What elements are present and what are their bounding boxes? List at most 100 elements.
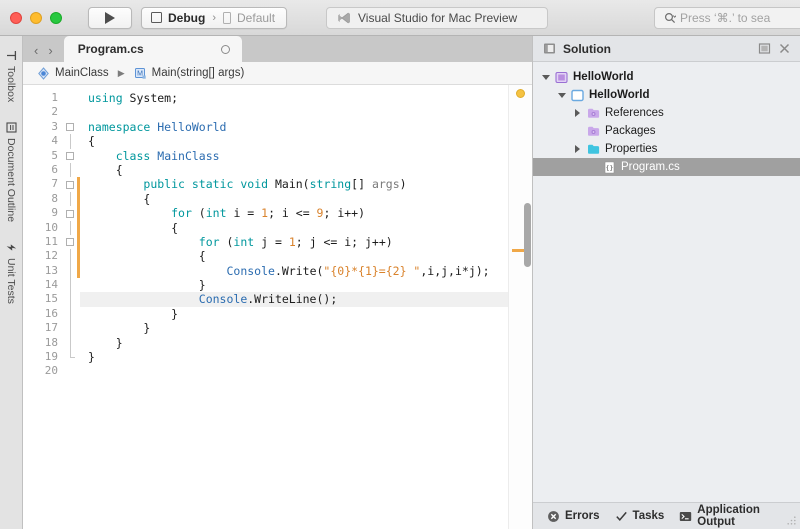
code-line[interactable]: { <box>80 163 508 177</box>
left-pad-rail: Toolbox Document Outline Unit Tests <box>0 36 23 529</box>
code-line[interactable]: } <box>80 321 508 335</box>
tree-item[interactable]: HelloWorld <box>533 68 800 86</box>
code-line[interactable] <box>80 105 508 119</box>
main-body: Toolbox Document Outline Unit Tests ‹ › … <box>0 36 800 529</box>
editor-overview-margin[interactable] <box>508 85 532 529</box>
code-token: { <box>88 162 123 177</box>
fold-row <box>65 306 77 322</box>
code-line[interactable]: { <box>80 134 508 148</box>
code-token: { <box>88 249 206 264</box>
tree-item[interactable]: References <box>533 104 800 122</box>
code-line[interactable]: { <box>80 249 508 263</box>
code-token: } <box>88 321 151 336</box>
tree-item-selected[interactable]: {} Program.cs <box>533 158 800 176</box>
fold-toggle-icon[interactable] <box>66 238 74 247</box>
code-token: class <box>115 148 151 163</box>
navigate-back-button[interactable]: ‹ <box>34 44 38 57</box>
code-token: ; j <= i; j++) <box>295 234 393 249</box>
fold-row <box>65 191 77 207</box>
device-icon <box>223 11 232 24</box>
close-window-button[interactable] <box>10 11 22 24</box>
close-icon[interactable] <box>778 42 791 55</box>
line-number: 7 <box>51 177 58 191</box>
fold-row <box>65 364 77 378</box>
code-line[interactable]: } <box>80 350 508 364</box>
code-editor[interactable]: 1 2 3 4 5 6 7 8 9 10 11 12 13 14 15 16 17 18 19 20 using Sy… <box>23 85 532 529</box>
code-line[interactable]: using System; <box>80 91 508 105</box>
code-line[interactable]: Console.Write("{0}*{1}={2} ",i,j,i*j); <box>80 264 508 278</box>
tree-item-label: Packages <box>605 125 656 137</box>
svg-text:M: M <box>137 70 143 77</box>
line-number: 13 <box>44 263 58 277</box>
tree-item-label: Properties <box>605 143 658 155</box>
fold-toggle-icon[interactable] <box>66 180 74 189</box>
fold-toggle-icon[interactable] <box>66 152 74 161</box>
navigate-forward-button[interactable]: › <box>48 44 52 57</box>
code-line[interactable]: class MainClass <box>80 149 508 163</box>
fold-guide-line <box>69 249 71 264</box>
tree-item[interactable]: HelloWorld <box>533 86 800 104</box>
fold-row[interactable] <box>65 177 77 191</box>
resize-grip-icon[interactable] <box>786 515 797 526</box>
code-folding-column[interactable] <box>65 85 77 529</box>
run-button[interactable] <box>88 6 132 29</box>
pin-icon[interactable] <box>758 42 771 55</box>
fold-row[interactable] <box>65 235 77 249</box>
code-token: ; i <= <box>268 206 317 221</box>
fold-toggle-icon[interactable] <box>66 123 74 132</box>
solution-tree[interactable]: HelloWorld HelloWorld References Packages Pr… <box>533 62 800 502</box>
code-token: MainClass <box>157 148 220 163</box>
code-line[interactable]: } <box>80 307 508 321</box>
class-icon <box>38 66 49 80</box>
status-tasks[interactable]: Tasks <box>615 510 664 523</box>
chevron-down-icon[interactable] <box>541 74 550 80</box>
line-number: 17 <box>44 321 58 335</box>
tree-item[interactable]: Properties <box>533 140 800 158</box>
vertical-scrollbar-thumb[interactable] <box>524 203 531 267</box>
chevron-right-icon[interactable] <box>573 109 582 117</box>
search-icon <box>664 12 676 24</box>
window-controls <box>0 11 62 24</box>
code-text-area[interactable]: using System; namespace HelloWorld{ clas… <box>80 85 508 529</box>
sidebar-item-document-outline[interactable]: Document Outline <box>5 116 17 236</box>
code-token: ,i,j,i*j); <box>420 263 490 278</box>
sidebar-item-toolbox[interactable]: Toolbox <box>5 44 17 116</box>
fold-row[interactable] <box>65 120 77 134</box>
code-line[interactable]: Console.WriteLine(); <box>80 292 508 307</box>
code-line[interactable]: { <box>80 221 508 235</box>
fold-toggle-icon[interactable] <box>66 209 74 218</box>
status-errors[interactable]: Errors <box>547 510 600 523</box>
code-token: System; <box>122 91 179 105</box>
code-token: ; i++) <box>323 206 366 221</box>
sidebar-item-unit-tests[interactable]: Unit Tests <box>5 236 17 318</box>
breadcrumb-item-class[interactable]: MainClass <box>37 66 109 80</box>
fold-row[interactable] <box>65 149 77 163</box>
minimize-window-button[interactable] <box>30 11 42 24</box>
close-circle-icon[interactable] <box>220 44 230 54</box>
code-line[interactable]: { <box>80 192 508 206</box>
code-line[interactable]: } <box>80 336 508 350</box>
code-line[interactable]: for (int j = 1; j <= i; j++) <box>80 235 508 249</box>
zoom-window-button[interactable] <box>50 11 62 24</box>
code-line[interactable]: for (int i = 1; i <= 9; i++) <box>80 206 508 220</box>
document-tab-program-cs[interactable]: Program.cs <box>63 36 242 62</box>
editor-column: ‹ › Program.cs MainClass ▶ M Main(string… <box>23 36 532 529</box>
code-line[interactable] <box>80 364 508 378</box>
code-line[interactable]: } <box>80 278 508 292</box>
breadcrumb-item-method[interactable]: M Main(string[] args) <box>134 67 244 80</box>
warning-marker-icon[interactable] <box>516 89 525 98</box>
tree-item[interactable]: Packages <box>533 122 800 140</box>
code-line[interactable]: public static void Main(string[] args) <box>80 177 508 191</box>
line-number: 8 <box>51 191 58 205</box>
status-application-output[interactable]: Application Output <box>679 504 800 528</box>
chevron-down-icon[interactable] <box>557 92 566 98</box>
fold-row[interactable] <box>65 206 77 220</box>
chevron-right-icon[interactable] <box>573 145 582 153</box>
global-search[interactable]: Press ‘⌘.’ to sea <box>654 7 800 29</box>
run-configuration-selector[interactable]: Debug › Default <box>141 6 288 29</box>
code-line[interactable]: namespace HelloWorld <box>80 120 508 134</box>
